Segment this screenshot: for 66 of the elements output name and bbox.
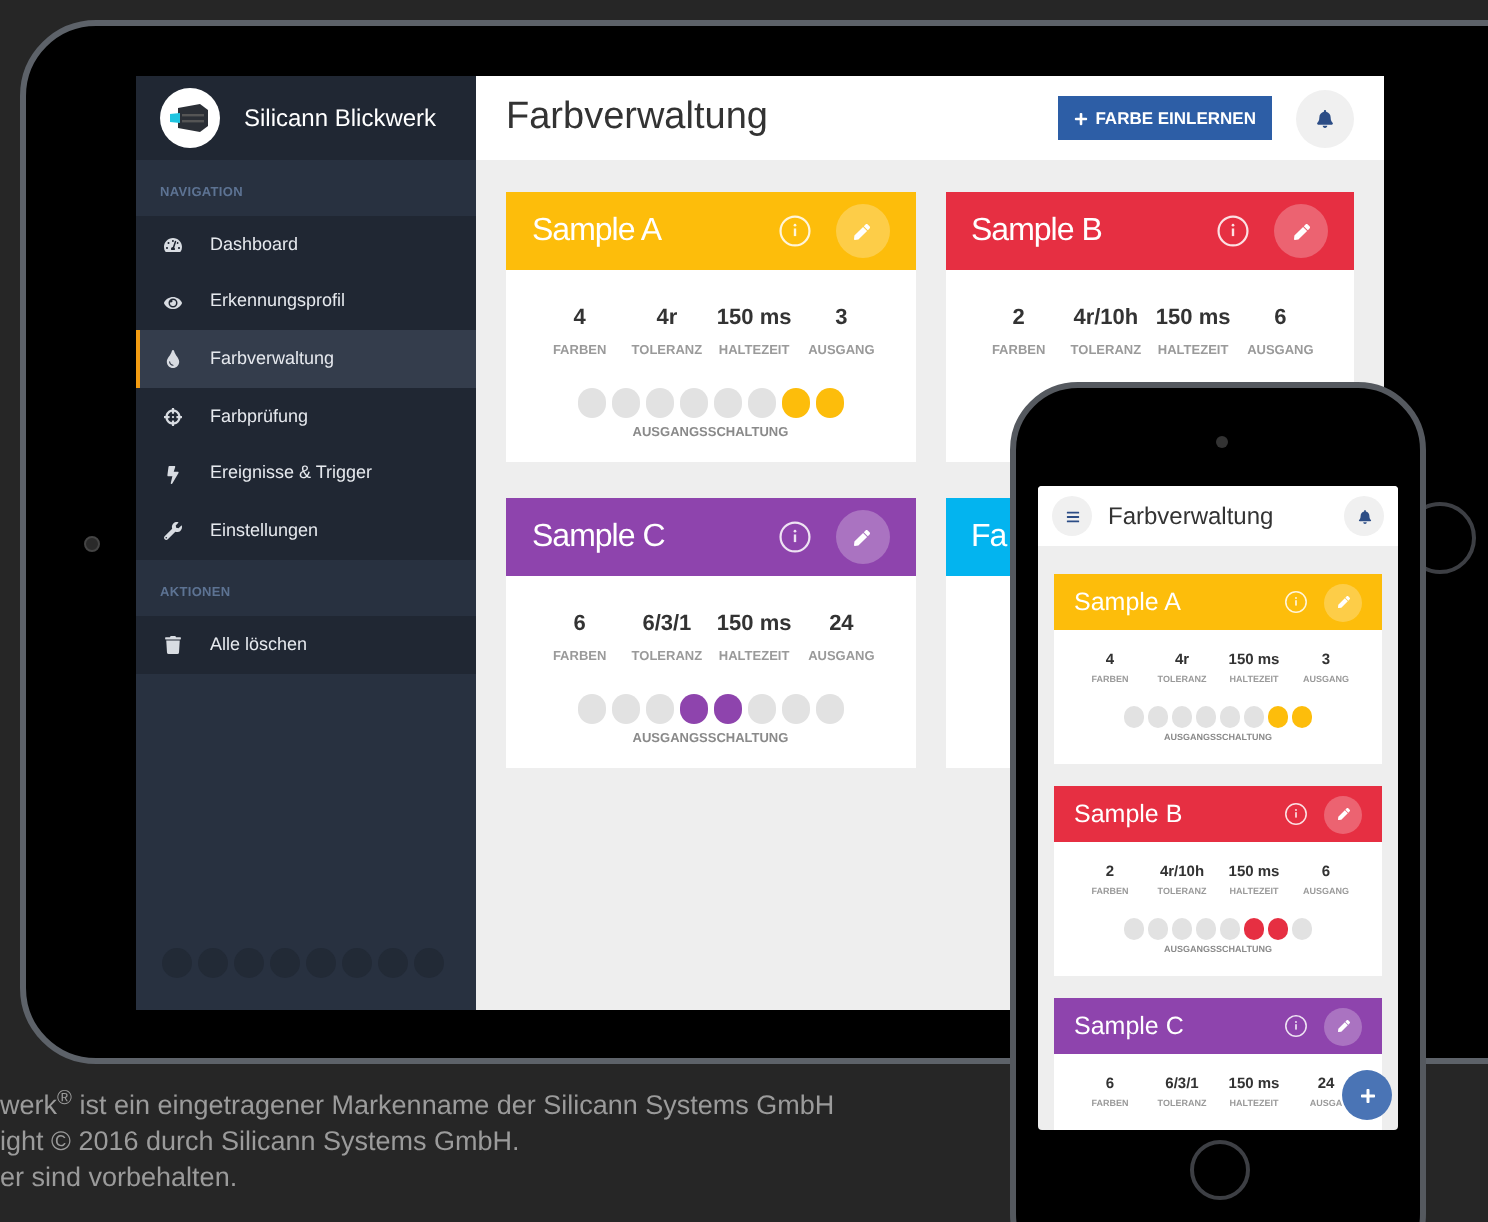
info-icon[interactable] [1216, 214, 1250, 248]
stat-value: 4r [656, 304, 678, 334]
wrench-icon [164, 522, 182, 541]
bell-icon [1316, 109, 1334, 127]
nav-item[interactable]: Dashboard [136, 216, 476, 274]
card-title: Sample A [1074, 585, 1182, 620]
trash-icon [164, 635, 182, 654]
edit-button[interactable] [1274, 204, 1328, 258]
stat-value: 6 [573, 610, 586, 640]
footer-text: ight © 2016 durch Silicann Systems GmbH. [0, 1124, 522, 1160]
nav-item[interactable]: Ereignisse & Trigger [136, 445, 476, 503]
plus-icon [1359, 1087, 1375, 1103]
nav-item[interactable]: Alle löschen [136, 616, 476, 674]
pencil-icon [854, 223, 870, 239]
footer-text: er sind vorbehalten. [0, 1160, 240, 1196]
bell-icon [1357, 509, 1371, 523]
nav-item[interactable]: Farbprüfung [136, 388, 476, 446]
menu-button[interactable] [1052, 496, 1092, 536]
edit-button[interactable] [835, 510, 889, 564]
home-button[interactable] [1424, 502, 1478, 574]
pencil-icon [1337, 596, 1349, 608]
stat-value: 150 ms [716, 610, 792, 640]
crosshair-icon [164, 407, 182, 426]
card-title: Sample A [532, 211, 661, 251]
stat-value: 150 ms [716, 304, 792, 334]
page-title: Farbverwaltung [1108, 500, 1276, 534]
stat-value: 6 [1274, 304, 1287, 334]
stat-value: 6/3/1 [642, 610, 692, 640]
drop-icon [164, 350, 182, 369]
footer-text: werk$^{®}$ ist ein eingetragener Markenname der Silicann Systems GmbH [0, 1088, 835, 1124]
camera-icon [84, 536, 100, 552]
stat-value: 3 [835, 304, 848, 334]
pencil-icon [1337, 808, 1349, 820]
stat-value: 2 [1012, 304, 1025, 334]
pencil-icon [1337, 1020, 1349, 1032]
logo-icon [160, 88, 220, 148]
eye-icon [164, 293, 182, 312]
card-title: Sample C [532, 517, 665, 557]
pencil-icon [1293, 223, 1309, 239]
card-title: Sample B [971, 211, 1102, 251]
brand-name: Silicann Blickwerk [244, 102, 437, 136]
stat-value: 4 [573, 304, 586, 334]
camera-icon [1216, 436, 1228, 448]
menu-icon [1065, 509, 1079, 523]
stat-value: 4r/10h [1073, 304, 1139, 334]
pencil-icon [854, 529, 870, 545]
edit-button[interactable] [1324, 795, 1362, 833]
stat-value: 150 ms [1155, 304, 1231, 334]
stat-value: 24 [829, 610, 854, 640]
lightning-icon [164, 465, 182, 484]
card-title: Sample B [1074, 797, 1183, 832]
info-icon[interactable] [1284, 802, 1308, 826]
info-icon[interactable] [777, 520, 811, 554]
notification-button[interactable] [1296, 89, 1354, 147]
notification-button[interactable] [1344, 496, 1384, 536]
learn-color-button[interactable]: FARBE EINLERNEN [1057, 96, 1272, 140]
info-icon[interactable] [1284, 1014, 1308, 1038]
nav-item[interactable]: Farbverwaltung [136, 330, 476, 389]
nav-item[interactable]: Erkennungsprofil [136, 273, 476, 331]
gauge-icon [164, 235, 182, 254]
card-title: Fa [971, 517, 1007, 557]
edit-button[interactable] [1324, 1007, 1362, 1045]
page-title: Farbverwaltung [506, 93, 770, 142]
card-title: Sample C [1074, 1009, 1184, 1044]
nav-item[interactable]: Einstellungen [136, 502, 476, 561]
plus-icon [1073, 111, 1088, 125]
